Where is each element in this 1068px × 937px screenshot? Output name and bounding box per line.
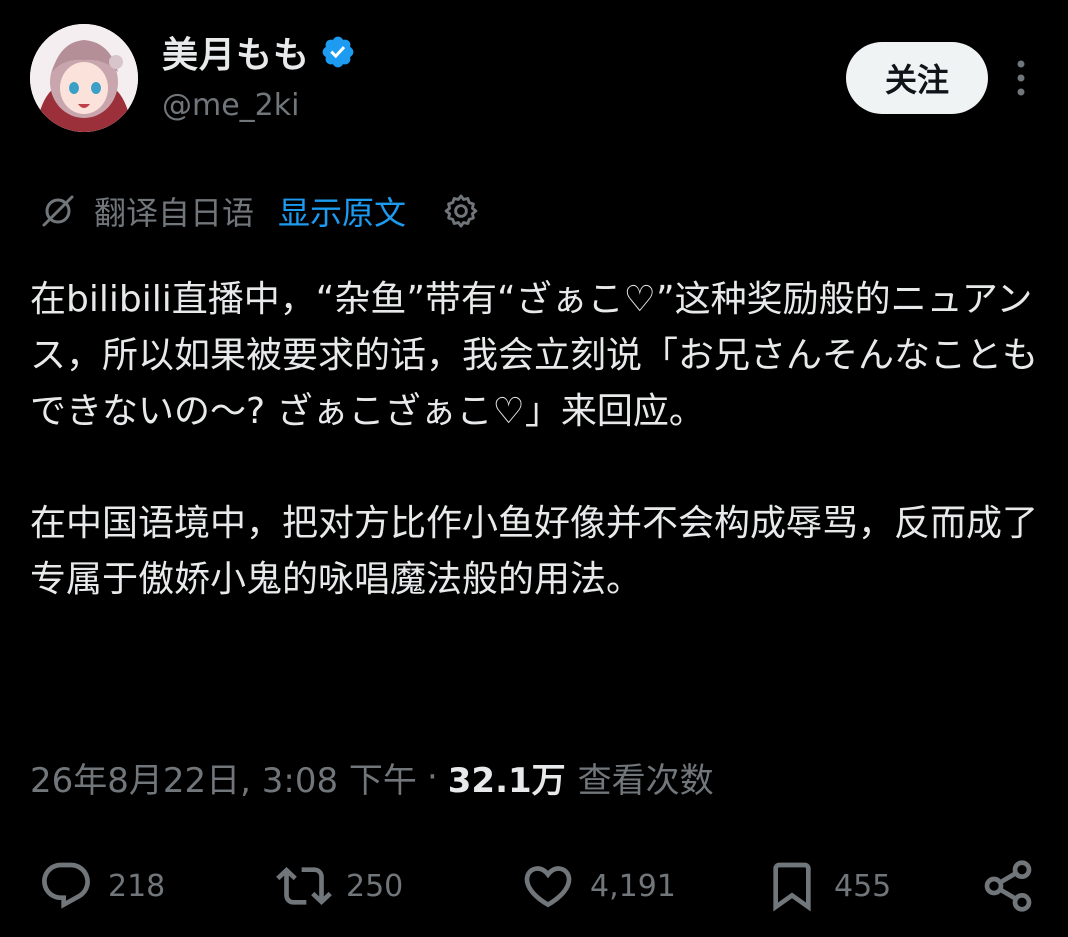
- reply-count: 218: [108, 868, 166, 904]
- avatar[interactable]: [30, 24, 138, 132]
- tweet-text: 在bilibili直播中，“杂鱼”带有“ざぁこ♡”这种奖励般的ニュアンス，所以如…: [30, 272, 1040, 608]
- show-original-link[interactable]: 显示原文: [278, 188, 406, 234]
- avatar-image: [30, 24, 138, 132]
- views-label: 查看次数: [577, 760, 714, 801]
- repost-count: 250: [346, 868, 404, 904]
- tweet-paragraph: 在中国语境中，把对方比作小鱼好像并不会构成辱骂，反而成了专属于傲娇小鬼的咏唱魔法…: [30, 503, 1039, 600]
- verified-badge-icon: [322, 36, 354, 68]
- share-icon: [984, 860, 1032, 912]
- author-display-name[interactable]: 美月もも: [162, 26, 310, 78]
- gear-icon[interactable]: [442, 192, 480, 230]
- views-count: 32.1万: [447, 760, 566, 801]
- translation-bar: 翻译自日语 显示原文: [40, 186, 480, 236]
- reply-icon: [42, 862, 90, 909]
- tweet-meta: 26年8月22日, 3:08 下午 · 32.1万 查看次数: [30, 752, 714, 802]
- follow-button[interactable]: 关注: [846, 42, 988, 114]
- tweet-paragraph: 在bilibili直播中，“杂鱼”带有“ざぁこ♡”这种奖励般的ニュアンス，所以如…: [30, 279, 1039, 432]
- like-button[interactable]: 4,191: [520, 858, 676, 914]
- translate-icon: [42, 195, 74, 227]
- meta-separator: ·: [426, 757, 438, 797]
- bookmark-icon: [773, 862, 811, 912]
- author-handle[interactable]: @me_2ki: [162, 88, 299, 123]
- bookmark-count: 455: [834, 868, 892, 904]
- bookmark-button[interactable]: 455: [764, 858, 891, 914]
- repost-icon: [276, 867, 332, 905]
- reply-button[interactable]: 218: [38, 858, 165, 914]
- share-button[interactable]: [980, 858, 1036, 914]
- more-options-icon[interactable]: [1006, 58, 1036, 98]
- repost-button[interactable]: 250: [276, 858, 403, 914]
- translated-from-label: 翻译自日语: [94, 194, 255, 232]
- like-count: 4,191: [590, 868, 676, 904]
- author-name-row[interactable]: 美月もも: [162, 28, 356, 76]
- tweet-timestamp[interactable]: 26年8月22日, 3:08 下午: [30, 753, 417, 802]
- heart-icon: [524, 866, 572, 908]
